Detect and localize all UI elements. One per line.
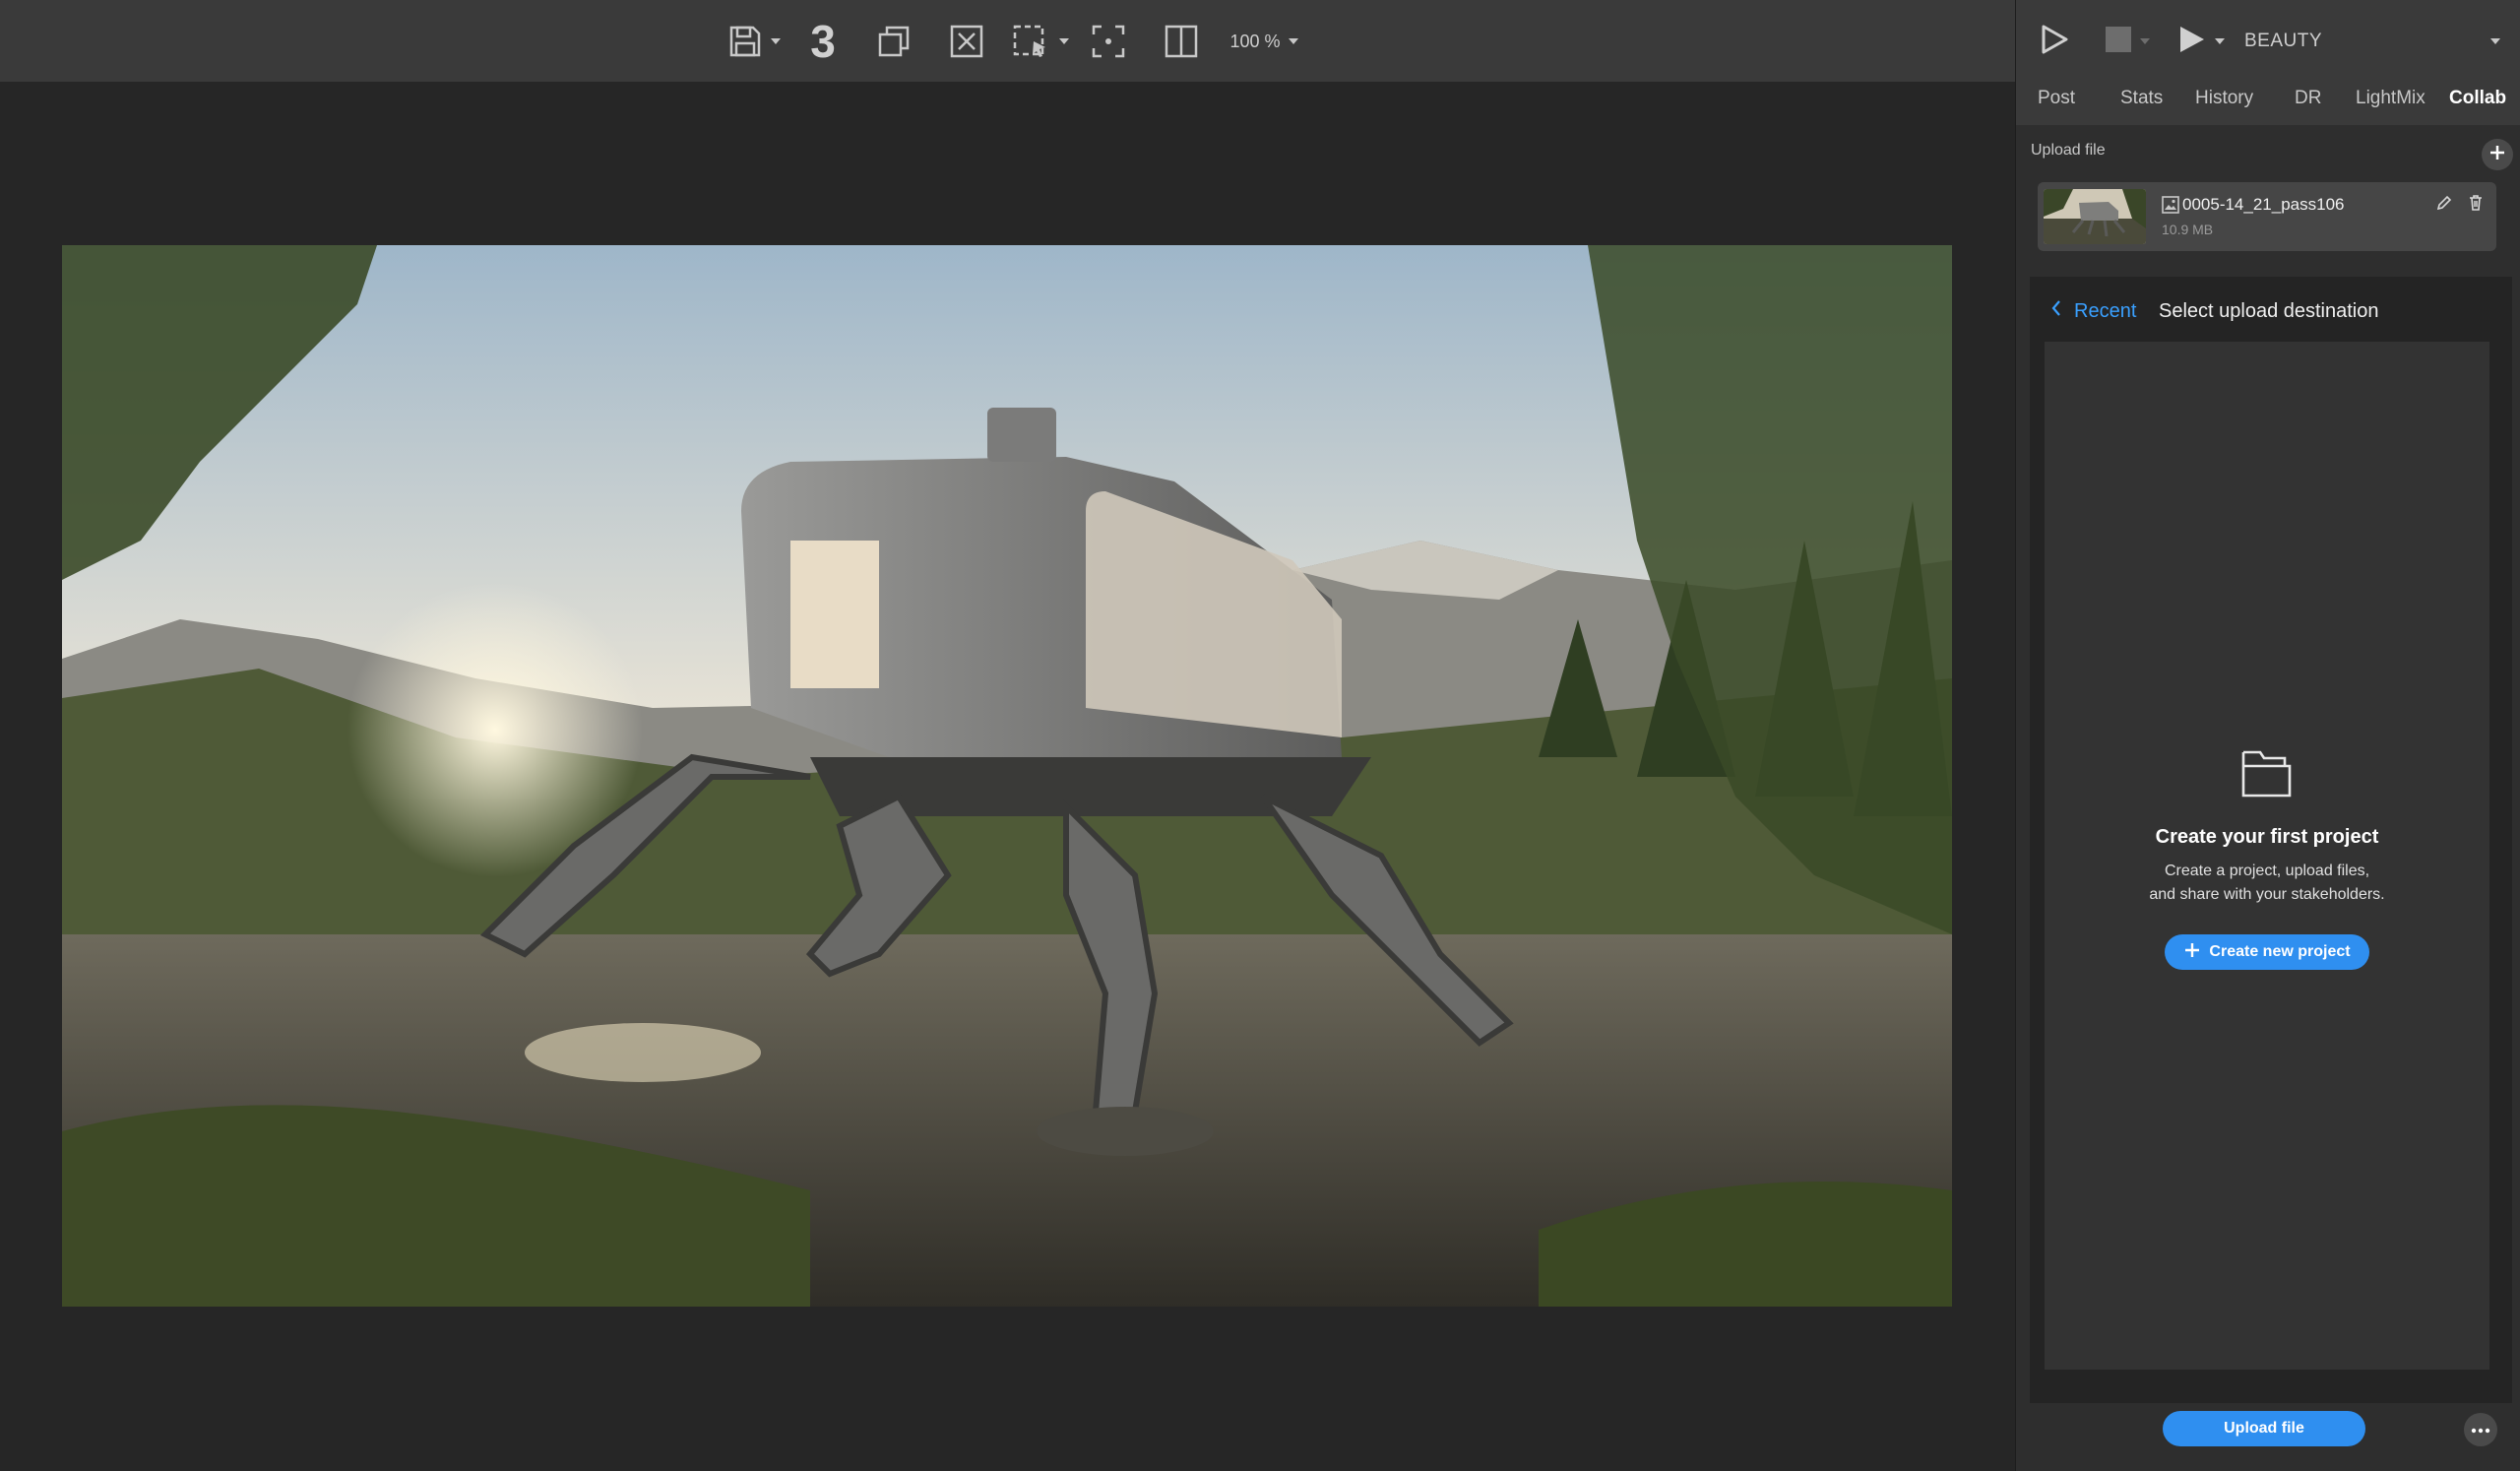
chevron-down-icon [2215,38,2225,44]
empty-state-title: Create your first project [2155,826,2379,848]
region-select-icon [1012,24,1051,59]
panel-footer: Upload file [2030,1403,2512,1471]
render-button[interactable] [2040,22,2069,61]
chevron-down-icon [1288,38,1298,44]
chevron-left-icon[interactable] [2049,298,2063,323]
empty-state-description: Create a project, upload files, [2164,863,2370,879]
tab-collab[interactable]: Collab [2449,82,2506,125]
recent-link[interactable]: Recent [2074,300,2136,323]
save-image-button[interactable] [723,17,786,66]
upload-destination-panel: Recent Select upload destination Create … [2030,277,2512,1403]
chevron-down-icon [771,38,781,44]
upload-file-header: Upload file [2031,125,2513,176]
tab-post[interactable]: Post [2038,82,2075,125]
trash-icon[interactable] [2467,194,2485,217]
side-panel: BEAUTY Post Stats History DR LightMix Co… [2015,0,2520,1471]
render-controls: BEAUTY [2016,0,2520,82]
save-icon [727,24,763,59]
upload-section-label: Upload file [2031,142,2106,159]
tab-history[interactable]: History [2195,82,2253,125]
destination-title: Select upload destination [2159,300,2379,322]
play-icon [2177,24,2207,60]
clear-image-button[interactable] [947,17,986,66]
image-file-icon [2162,196,2179,219]
empty-state-description: and share with your stakeholders. [2149,886,2385,903]
plus-icon [2183,941,2201,964]
render-viewport[interactable] [0,82,2015,1471]
stop-icon [2105,26,2132,58]
zoom-level: 100 % [1229,31,1281,51]
stop-button[interactable] [2105,22,2150,61]
more-options-button[interactable] [2464,1413,2497,1446]
file-card[interactable]: 0005-14_21_pass106 10.9 MB [2038,182,2496,251]
upload-file-button[interactable]: Upload file [2163,1411,2365,1446]
plus-icon [2488,144,2506,166]
create-new-project-label: Create new project [2209,943,2351,960]
focus-point-button[interactable] [1089,17,1128,66]
interactive-render-button[interactable] [2177,22,2225,61]
create-new-project-button[interactable]: Create new project [2165,934,2369,970]
file-thumbnail [2044,189,2146,244]
tab-lightmix[interactable]: LightMix [2356,82,2426,125]
duplicate-icon [876,24,912,59]
compare-ab-button[interactable] [1162,17,1201,66]
clear-icon [949,24,984,59]
render-image [62,245,1952,1307]
tab-dr[interactable]: DR [2295,82,2321,125]
render-count: 3 [810,16,836,67]
split-view-icon [1164,24,1199,59]
play-outline-icon [2040,24,2069,60]
pencil-icon[interactable] [2435,194,2453,217]
vfb-app: 3 100 % BEAUTY Post Stats History DR Lig… [0,0,2520,1471]
clone-vfb-button[interactable] [874,17,914,66]
panel-tabs: Post Stats History DR LightMix Collab [2016,82,2520,125]
focus-icon [1091,24,1126,59]
destination-header: Recent Select upload destination [2030,277,2512,342]
add-file-button[interactable] [2482,139,2513,170]
chevron-down-icon [2490,38,2500,44]
project-list-empty: Create your first project Create a proje… [2045,342,2489,1370]
folder-open-icon [2240,743,2294,805]
tab-stats[interactable]: Stats [2120,82,2163,125]
zoom-level-dropdown[interactable]: 100 % [1225,17,1303,66]
file-size: 10.9 MB [2162,222,2214,237]
chevron-down-icon [1059,38,1069,44]
more-horizontal-icon [2471,1421,2490,1439]
region-render-button[interactable] [1009,17,1072,66]
render-channel-dropdown[interactable]: BEAUTY [2244,22,2500,61]
render-history-count-button[interactable]: 3 [803,17,843,66]
render-channel-label: BEAUTY [2244,31,2323,51]
chevron-down-icon [2140,38,2150,44]
file-name: 0005-14_21_pass106 [2182,195,2345,214]
